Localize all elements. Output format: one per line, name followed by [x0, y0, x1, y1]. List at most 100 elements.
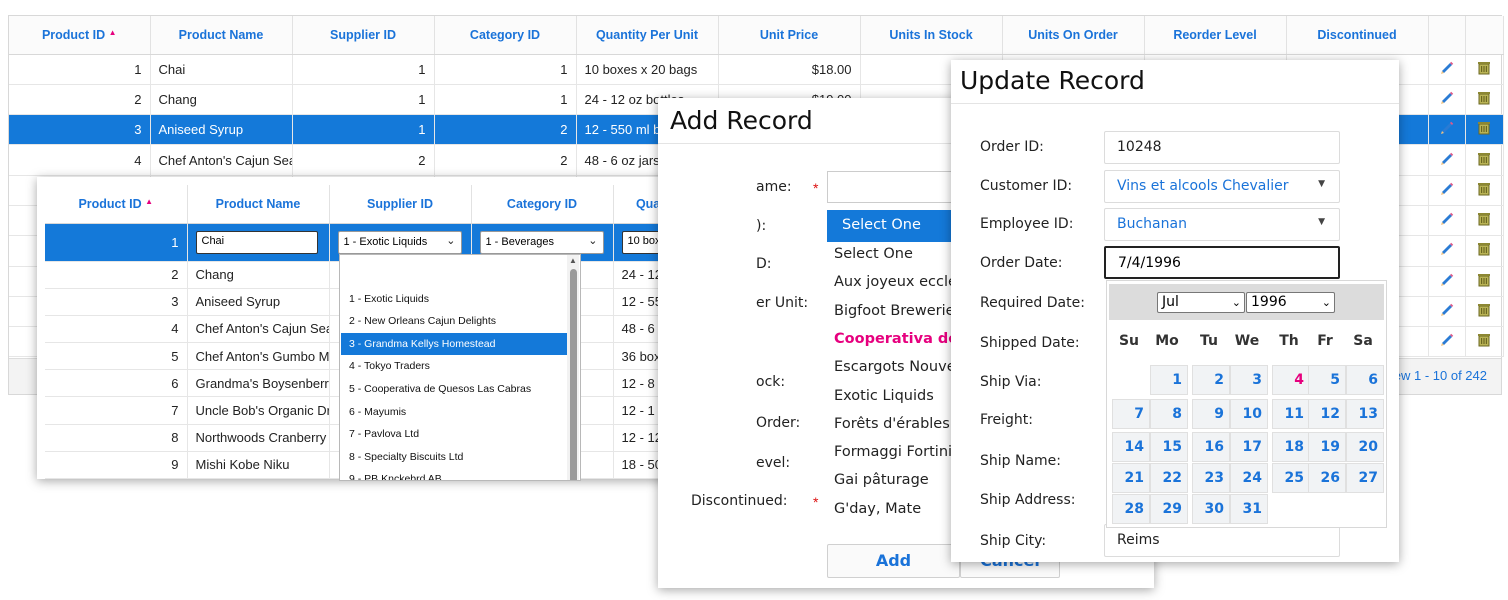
- month-select[interactable]: Jul ⌄: [1157, 292, 1245, 313]
- calendar-day[interactable]: 19: [1308, 432, 1346, 462]
- column-header-discontinued[interactable]: Discontinued: [1286, 16, 1429, 55]
- dropdown-option[interactable]: 9 - PB Knckebrd AB: [341, 468, 568, 480]
- edit-column-header-product-name[interactable]: Product Name: [187, 185, 330, 224]
- supplier-option[interactable]: Formaggi Fortini s.r.l.: [834, 444, 954, 460]
- calendar-day[interactable]: 23: [1192, 463, 1230, 493]
- year-select[interactable]: 1996 ⌄: [1246, 292, 1335, 313]
- supplier-option[interactable]: Forêts d'érables: [834, 416, 954, 432]
- trash-delete-icon[interactable]: [1476, 302, 1492, 318]
- ship-city-field[interactable]: Reims: [1104, 524, 1340, 557]
- order-date-input[interactable]: 7/4/1996: [1104, 246, 1340, 279]
- calendar-day[interactable]: 6: [1346, 365, 1384, 395]
- calendar-day[interactable]: 5: [1308, 365, 1346, 395]
- employee-id-select[interactable]: Buchanan ▼: [1104, 208, 1340, 241]
- edit-column-header-category-id[interactable]: Category ID: [471, 185, 614, 224]
- supplier-select[interactable]: 1 - Exotic Liquids ⌄: [337, 230, 462, 254]
- trash-delete-icon[interactable]: [1476, 272, 1492, 288]
- pencil-edit-icon[interactable]: [1439, 181, 1455, 197]
- dropdown-option[interactable]: 8 - Specialty Biscuits Ltd: [341, 446, 568, 469]
- column-header-product-id[interactable]: Product ID ▲: [9, 16, 151, 55]
- supplier-option[interactable]: Gai pâturage: [834, 472, 954, 488]
- calendar-day[interactable]: 27: [1346, 463, 1384, 493]
- column-header-units-in-stock[interactable]: Units In Stock: [860, 16, 1003, 55]
- supplier-dropdown-selected[interactable]: Select One: [827, 210, 957, 242]
- pencil-edit-icon[interactable]: [1439, 302, 1455, 318]
- dropdown-option[interactable]: 2 - New Orleans Cajun Delights: [341, 310, 568, 333]
- pencil-edit-icon[interactable]: [1439, 332, 1455, 348]
- trash-delete-icon[interactable]: [1476, 332, 1492, 348]
- column-header-quantity-per-unit[interactable]: Quantity Per Unit: [576, 16, 719, 55]
- calendar-day[interactable]: 30: [1192, 494, 1230, 524]
- dropdown-option[interactable]: 1 - Exotic Liquids: [341, 288, 568, 311]
- pencil-edit-icon[interactable]: [1439, 120, 1455, 136]
- dropdown-option[interactable]: 3 - Grandma Kellys Homestead: [341, 332, 568, 356]
- calendar-day[interactable]: 7: [1112, 399, 1150, 429]
- calendar-day[interactable]: 3: [1230, 365, 1268, 395]
- column-header-reorder-level[interactable]: Reorder Level: [1144, 16, 1287, 55]
- scroll-up-icon[interactable]: ▲: [569, 256, 577, 265]
- calendar-day[interactable]: 21: [1112, 463, 1150, 493]
- calendar-day[interactable]: 9: [1192, 399, 1230, 429]
- calendar-day[interactable]: 18: [1272, 432, 1310, 462]
- trash-delete-icon[interactable]: [1476, 211, 1492, 227]
- dropdown-scrollbar[interactable]: ▲: [567, 255, 579, 480]
- order-id-field[interactable]: 10248: [1104, 131, 1340, 164]
- trash-delete-icon[interactable]: [1476, 90, 1492, 106]
- calendar-day[interactable]: 28: [1112, 494, 1150, 524]
- supplier-option[interactable]: G'day, Mate: [834, 501, 954, 517]
- column-header-supplier-id[interactable]: Supplier ID: [292, 16, 435, 55]
- supplier-option[interactable]: Escargots Nouveaux: [834, 359, 954, 375]
- category-select[interactable]: 1 - Beverages ⌄: [479, 230, 604, 254]
- supplier-option[interactable]: Bigfoot Breweries: [834, 303, 954, 319]
- calendar-day[interactable]: 13: [1346, 399, 1384, 429]
- pencil-edit-icon[interactable]: [1439, 90, 1455, 106]
- calendar-day[interactable]: 1: [1150, 365, 1188, 395]
- pencil-edit-icon[interactable]: [1439, 211, 1455, 227]
- supplier-dropdown-list[interactable]: 1 - Exotic Liquids 2 - New Orleans Cajun …: [339, 254, 581, 481]
- dropdown-option[interactable]: 5 - Cooperativa de Quesos Las Cabras: [341, 378, 568, 401]
- column-header-product-name[interactable]: Product Name: [150, 16, 293, 55]
- calendar-day[interactable]: 17: [1230, 432, 1268, 462]
- pencil-edit-icon[interactable]: [1439, 60, 1455, 76]
- calendar-day[interactable]: 26: [1308, 463, 1346, 493]
- calendar-day[interactable]: 14: [1112, 432, 1150, 462]
- calendar-day[interactable]: 16: [1192, 432, 1230, 462]
- edit-column-header-supplier-id[interactable]: Supplier ID: [329, 185, 472, 224]
- calendar-day[interactable]: 20: [1346, 432, 1384, 462]
- trash-delete-icon[interactable]: [1476, 120, 1492, 136]
- product-name-input[interactable]: Chai: [195, 230, 318, 254]
- dropdown-option[interactable]: 7 - Pavlova Ltd: [341, 423, 568, 446]
- column-header-units-on-order[interactable]: Units On Order: [1002, 16, 1145, 55]
- trash-delete-icon[interactable]: [1476, 181, 1492, 197]
- trash-delete-icon[interactable]: [1476, 151, 1492, 167]
- calendar-day[interactable]: 12: [1308, 399, 1346, 429]
- dropdown-option[interactable]: 6 - Mayumis: [341, 401, 568, 424]
- calendar-day[interactable]: 2: [1192, 365, 1230, 395]
- trash-delete-icon[interactable]: [1476, 60, 1492, 76]
- calendar-day[interactable]: 31: [1230, 494, 1268, 524]
- edit-column-header-product-id[interactable]: Product ID ▲: [45, 185, 188, 224]
- supplier-option[interactable]: Cooperativa de Quesos Las Cabras: [834, 331, 954, 347]
- calendar-day[interactable]: 29: [1150, 494, 1188, 524]
- calendar-day[interactable]: 10: [1230, 399, 1268, 429]
- dropdown-option[interactable]: [341, 265, 568, 288]
- pencil-edit-icon[interactable]: [1439, 272, 1455, 288]
- pencil-edit-icon[interactable]: [1439, 241, 1455, 257]
- supplier-option[interactable]: Aux joyeux ecclésiastiques: [834, 274, 954, 290]
- supplier-option[interactable]: Select One: [834, 246, 954, 262]
- customer-id-select[interactable]: Vins et alcools Chevalier ▼: [1104, 170, 1340, 203]
- calendar-day[interactable]: 11: [1272, 399, 1310, 429]
- product-name-field[interactable]: [827, 171, 967, 203]
- scrollbar-thumb[interactable]: [570, 269, 577, 480]
- calendar-day[interactable]: 4: [1272, 365, 1310, 395]
- add-button[interactable]: Add: [827, 544, 960, 578]
- calendar-day[interactable]: 25: [1272, 463, 1310, 493]
- calendar-day[interactable]: 8: [1150, 399, 1188, 429]
- calendar-day[interactable]: 15: [1150, 432, 1188, 462]
- supplier-option[interactable]: Exotic Liquids: [834, 388, 954, 404]
- pencil-edit-icon[interactable]: [1439, 151, 1455, 167]
- calendar-day[interactable]: 24: [1230, 463, 1268, 493]
- calendar-day[interactable]: 22: [1150, 463, 1188, 493]
- trash-delete-icon[interactable]: [1476, 241, 1492, 257]
- dropdown-option[interactable]: 4 - Tokyo Traders: [341, 355, 568, 378]
